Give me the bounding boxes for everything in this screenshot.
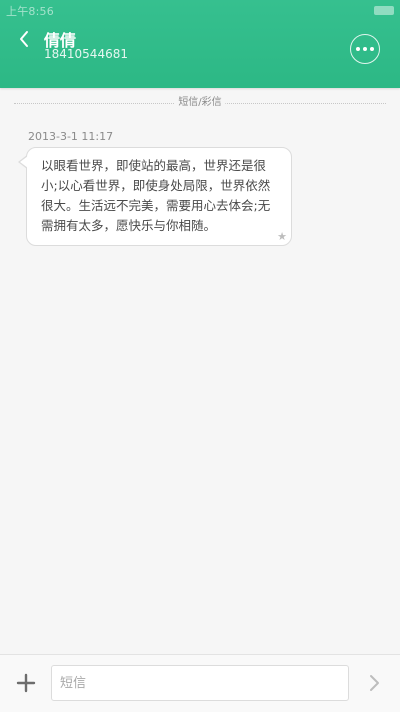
status-bar: 上午8:56 (0, 0, 400, 22)
status-time: 上午8:56 (6, 5, 54, 18)
plus-icon (16, 673, 36, 693)
send-button[interactable] (362, 671, 386, 695)
star-icon: ★ (277, 230, 287, 243)
message-text: 以眼看世界，即使站的最高，世界还是很小;以心看世界，即使身处局限，世界依然很大。… (41, 158, 271, 233)
battery-icon (374, 6, 394, 15)
more-horizontal-icon (370, 47, 374, 51)
back-button[interactable] (12, 26, 38, 52)
add-attachment-button[interactable] (14, 671, 38, 695)
compose-bar (0, 654, 400, 712)
title-bar: 上午8:56 倩倩 18410544681 (0, 0, 400, 88)
chevron-right-icon (370, 675, 379, 691)
chevron-left-icon (20, 31, 28, 47)
more-horizontal-icon (363, 47, 367, 51)
message-bubble[interactable]: 以眼看世界，即使站的最高，世界还是很小;以心看世界，即使身处局限，世界依然很大。… (18, 147, 292, 246)
more-options-button[interactable] (350, 34, 380, 64)
message-input[interactable] (51, 665, 349, 701)
divider-label: 短信/彩信 (174, 96, 226, 110)
message-timestamp: 2013-3-1 11:17 (28, 130, 114, 143)
bubble-tail (18, 155, 28, 169)
message-type-divider: 短信/彩信 (14, 96, 386, 110)
contact-number: 18410544681 (44, 47, 128, 61)
more-horizontal-icon (356, 47, 360, 51)
